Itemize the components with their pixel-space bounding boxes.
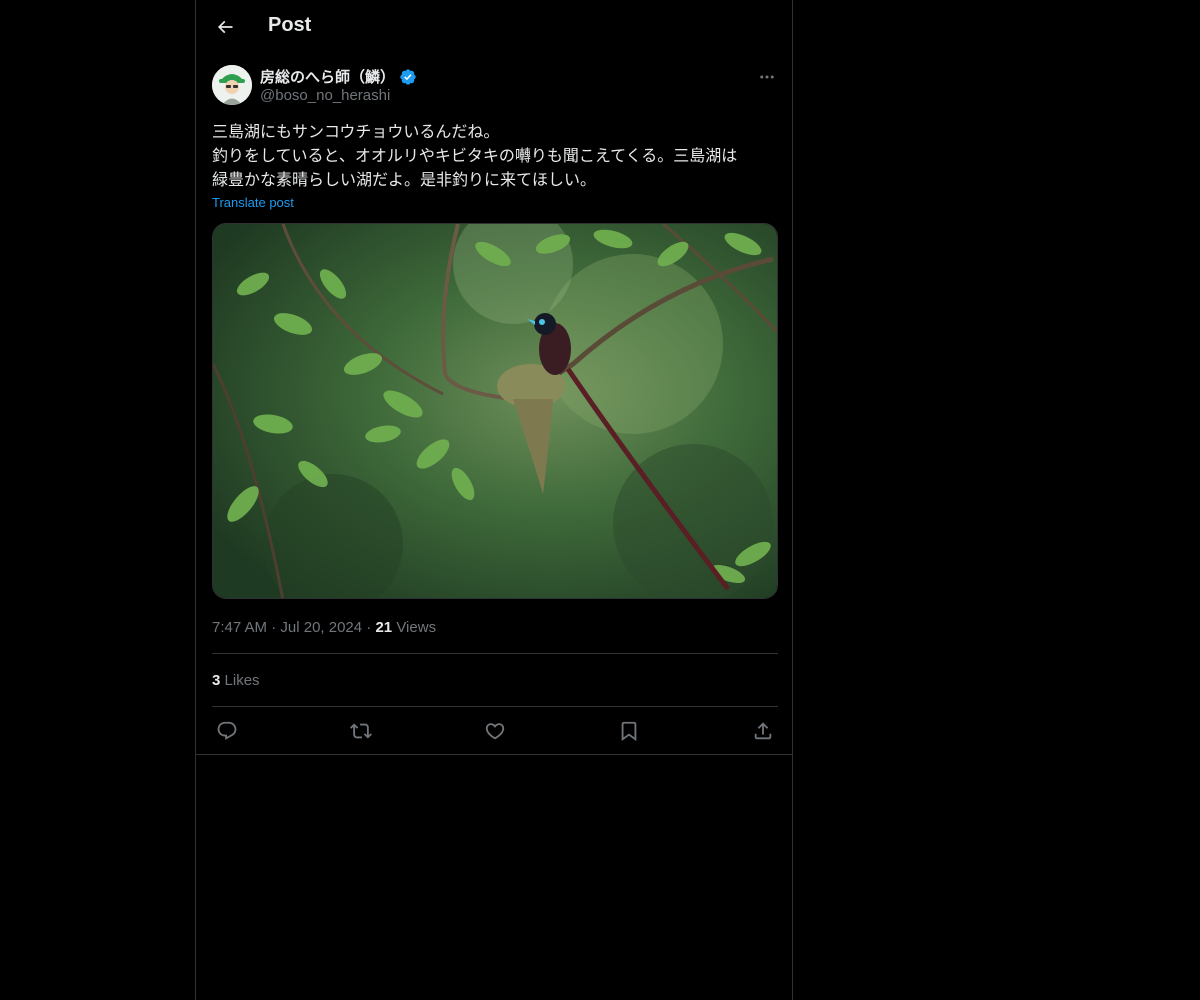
likes-label: Likes <box>224 672 260 689</box>
post-text-line: 緑豊かな素晴らしい湖だよ。是非釣りに来てほしい。 <box>212 170 597 189</box>
separator-dot: · <box>271 619 281 636</box>
more-options-button[interactable] <box>756 66 778 88</box>
views-count: 21 <box>375 619 393 636</box>
retweet-icon <box>350 723 372 739</box>
post-meta: 7:47 AM · Jul 20, 2024 · 21 Views <box>212 619 436 636</box>
author-display-name[interactable]: 房総のへら師（鱗） <box>260 66 395 87</box>
bookmark-icon <box>621 721 637 742</box>
avatar[interactable] <box>212 65 252 105</box>
reply-icon <box>217 721 237 740</box>
likes-count: 3 <box>212 672 221 689</box>
author-name-wrap: 房総のへら師（鱗） <box>260 66 417 87</box>
post-column: Post 房総のへら師（鱗） @boso_no_herashi 三島湖にもサンコ… <box>195 0 793 1000</box>
retweet-button[interactable] <box>346 716 376 746</box>
post-text: 三島湖にもサンコウチョウいるんだね。 釣りをしていると、オオルリやキビタキの囀り… <box>212 120 782 192</box>
likes-stat[interactable]: 3 Likes <box>212 672 260 689</box>
action-bar <box>212 716 778 746</box>
more-dots-icon <box>760 75 774 79</box>
page-title: Post <box>268 14 312 36</box>
translate-post-link[interactable]: Translate post <box>212 195 294 210</box>
post-time[interactable]: 7:47 AM <box>212 619 267 636</box>
post-photo[interactable] <box>212 223 778 599</box>
divider <box>212 653 778 654</box>
bird-photo-image <box>213 224 777 598</box>
back-button[interactable] <box>212 14 238 40</box>
like-icon <box>485 723 505 740</box>
share-icon <box>754 722 772 740</box>
author-row: 房総のへら師（鱗） @boso_no_herashi <box>212 64 778 108</box>
post-text-line: 三島湖にもサンコウチョウいるんだね。 <box>212 122 500 141</box>
views-label: Views <box>396 619 437 636</box>
share-button[interactable] <box>748 716 778 746</box>
divider <box>196 754 792 755</box>
author-handle[interactable]: @boso_no_herashi <box>260 87 390 104</box>
arrow-left-icon <box>217 20 233 34</box>
post-date[interactable]: Jul 20, 2024 <box>280 619 362 636</box>
divider <box>212 706 778 707</box>
avatar-image <box>212 65 252 105</box>
verified-badge-icon <box>400 68 416 85</box>
reply-button[interactable] <box>212 716 242 746</box>
post-text-line: 釣りをしていると、オオルリやキビタキの囀りも聞こえてくる。三島湖は <box>212 146 738 165</box>
bookmark-button[interactable] <box>614 716 644 746</box>
like-button[interactable] <box>480 716 510 746</box>
top-bar: Post <box>196 0 792 54</box>
